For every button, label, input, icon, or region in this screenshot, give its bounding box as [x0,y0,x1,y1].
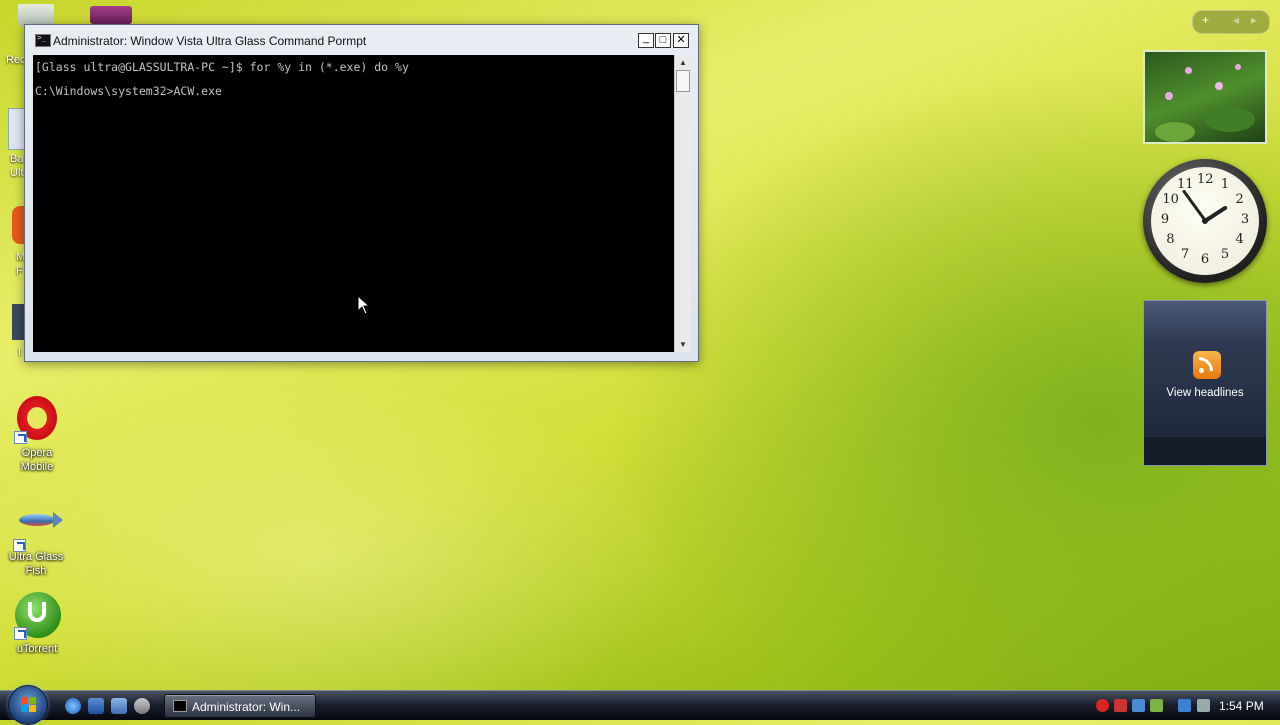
internet-explorer-icon[interactable] [65,698,81,714]
taskbar: Administrator: Win... 1:54 PM [0,685,1280,725]
clock-number: 4 [1235,232,1244,247]
maximize-button[interactable]: □ [655,33,671,48]
show-desktop-icon[interactable] [88,698,104,714]
shortcut-arrow-icon [14,431,27,444]
utorrent-icon [14,592,61,640]
close-button[interactable]: ✕ [673,33,689,48]
quick-launch-app-icon[interactable] [134,698,150,714]
flower-photo [1145,52,1265,142]
clock-number: 7 [1180,246,1190,262]
desktop-icon-label: Ultra Glass Fish [8,551,64,577]
scrollbar-thumb[interactable] [676,70,690,92]
clock-number: 1 [1220,177,1230,193]
window-titlebar[interactable]: Administrator: Window Vista Ultra Glass … [25,25,698,55]
scroll-down-arrow-icon[interactable]: ▼ [675,337,691,352]
system-clock[interactable]: 1:54 PM [1219,699,1264,713]
minimize-button[interactable]: _ [638,33,654,48]
archive-icon[interactable] [90,6,132,24]
feed-footer [1144,437,1266,465]
clock-face: 12 1 2 3 4 5 6 7 8 9 10 11 [1151,167,1259,275]
partial-label-3: I [18,346,22,358]
mouse-cursor-icon [357,295,371,315]
sidebar-prev-button[interactable]: ◂ [1233,13,1239,27]
security-alert-icon[interactable] [1096,699,1109,712]
start-button[interactable] [8,685,48,725]
sidebar-controls: + ◂ ▸ [1192,10,1270,34]
console-output[interactable]: [Glass ultra@GLASSULTRA-PC ~]$ for %y in… [33,55,674,352]
switch-windows-icon[interactable] [111,698,127,714]
window-title: Administrator: Window Vista Ultra Glass … [53,34,367,48]
clock-number: 8 [1166,232,1175,247]
desktop-icon-ultra-glass-fish[interactable]: Ultra Glass Fish [1,504,71,578]
windows-logo-icon [21,697,37,713]
desktop-icon-label: uTorrent [16,643,58,655]
console-line: C:\Windows\system32>ACW.exe [35,84,222,98]
slideshow-gadget[interactable] [1143,50,1267,144]
taskbar-item-label: Administrator: Win... [192,700,301,714]
clock-minute-hand [1181,189,1207,222]
add-gadget-button[interactable]: + [1202,13,1209,27]
clock-number: 5 [1220,246,1230,262]
console-line: [Glass ultra@GLASSULTRA-PC ~]$ for %y in… [35,60,409,74]
tray-app-icon[interactable] [1114,699,1127,712]
shortcut-arrow-icon [14,627,27,640]
shortcut-arrow-icon [13,539,26,552]
clock-number: 2 [1235,192,1244,207]
clock-gadget[interactable]: 12 1 2 3 4 5 6 7 8 9 10 11 [1143,159,1267,283]
feed-headlines-gadget[interactable]: View headlines [1143,300,1267,466]
scroll-up-arrow-icon[interactable]: ▲ [675,55,691,70]
opera-icon [14,396,60,444]
view-headlines-link[interactable]: View headlines [1144,387,1266,399]
tray-app-icon[interactable] [1150,699,1163,712]
clock-number: 10 [1162,192,1179,207]
volume-muted-icon[interactable] [1197,699,1210,712]
rss-icon [1193,351,1221,379]
desktop-icon-opera-mobile[interactable]: Opera Mobile [2,396,72,474]
fish-icon [13,504,63,552]
recycle-bin-label: Rec [6,54,26,66]
tray-app-icon[interactable] [1132,699,1145,712]
clock-number: 3 [1240,212,1250,227]
console-icon [35,33,51,47]
clock-number: 12 [1197,172,1214,187]
desktop-icon-label: Opera Mobile [20,447,54,473]
partial-label-1: Ba Ult [10,153,24,179]
clock-number: 9 [1160,212,1170,227]
clock-number: 6 [1200,252,1210,267]
clock-center-pin [1202,218,1208,224]
sidebar-next-button[interactable]: ▸ [1251,13,1257,27]
vertical-scrollbar[interactable]: ▲ ▼ [674,55,691,352]
desktop-icon-utorrent[interactable]: uTorrent [2,592,72,656]
console-icon [173,700,187,712]
taskbar-item-command-prompt[interactable]: Administrator: Win... [164,694,316,718]
network-icon[interactable] [1178,699,1191,712]
